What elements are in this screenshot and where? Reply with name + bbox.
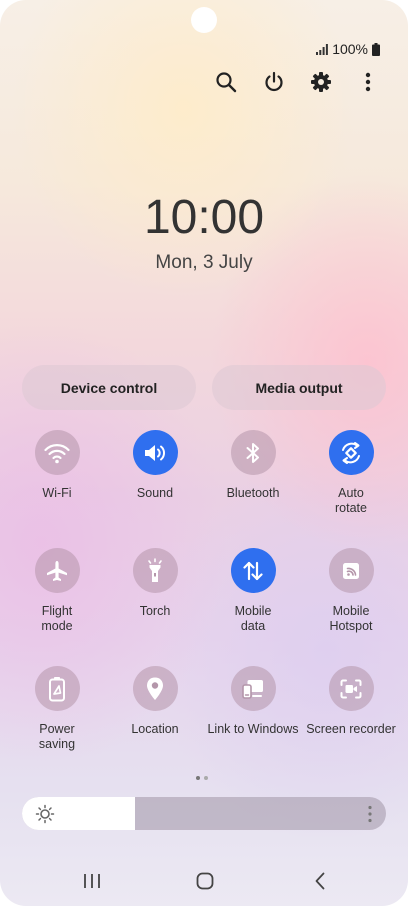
more-icon[interactable] [352,66,384,98]
tile-power-saving[interactable]: Power saving [7,666,107,752]
screen-recorder-icon [328,666,374,711]
bluetooth-icon [230,430,276,475]
back-icon[interactable] [305,868,335,894]
tile-label: Bluetooth [226,486,280,500]
status-bar: 100% [316,41,380,57]
tile-sound[interactable]: Sound [105,430,205,501]
recent-apps-icon[interactable] [77,868,107,894]
wifi-icon [34,430,80,475]
power-saving-icon [34,666,80,711]
tile-label: Location [131,722,179,736]
battery-percentage: 100% [332,41,368,57]
quick-settings-panel: 100% 10:00 Mon, 3 July Device control Me… [0,0,408,906]
tile-label: Screen recorder [306,722,396,736]
navigation-bar [0,868,408,894]
tile-wifi[interactable]: Wi-Fi [7,430,107,501]
tile-torch[interactable]: Torch [105,548,205,619]
device-control-button[interactable]: Device control [22,365,196,410]
hotspot-icon [328,548,374,593]
tile-label: Sound [136,486,174,500]
tile-label: Mobile Hotspot [329,604,373,633]
page-dot [204,776,208,780]
tile-label: Flight mode [41,604,73,633]
tile-label: Power saving [38,722,76,751]
clock-time: 10:00 [143,191,265,244]
home-icon[interactable] [190,868,220,894]
signal-icon [316,43,329,55]
torch-icon [132,548,178,593]
link-to-windows-icon [230,666,276,711]
more-icon[interactable] [368,805,372,828]
front-camera [191,7,217,33]
search-icon[interactable] [210,66,242,98]
flight-mode-icon [34,548,80,593]
tile-mobile-hotspot[interactable]: Mobile Hotspot [301,548,401,634]
tile-label: Wi-Fi [42,486,72,500]
location-icon [132,666,178,711]
tile-label: Mobile data [234,604,272,633]
mobile-data-icon [230,548,276,593]
brightness-icon [35,804,55,824]
tile-auto-rotate[interactable]: Auto rotate [301,430,401,516]
auto-rotate-icon [328,430,374,475]
battery-icon [372,42,380,56]
tile-mobile-data[interactable]: Mobile data [203,548,303,634]
page-dot-active [196,776,200,780]
tile-bluetooth[interactable]: Bluetooth [203,430,303,501]
clock-date: Mon, 3 July [155,252,253,273]
tile-label: Torch [139,604,171,618]
brightness-slider[interactable] [22,797,386,830]
tile-label: Auto rotate [335,486,367,515]
header-actions [210,66,386,98]
tile-flight-mode[interactable]: Flight mode [7,548,107,634]
sound-icon [132,430,178,475]
settings-icon[interactable] [305,66,337,98]
tile-link-to-windows[interactable]: Link to Windows [203,666,303,737]
tile-location[interactable]: Location [105,666,205,737]
tile-label: Link to Windows [207,722,299,736]
page-indicator [196,776,208,780]
media-output-button[interactable]: Media output [212,365,386,410]
power-icon[interactable] [258,66,290,98]
tile-screen-recorder[interactable]: Screen recorder [301,666,401,737]
